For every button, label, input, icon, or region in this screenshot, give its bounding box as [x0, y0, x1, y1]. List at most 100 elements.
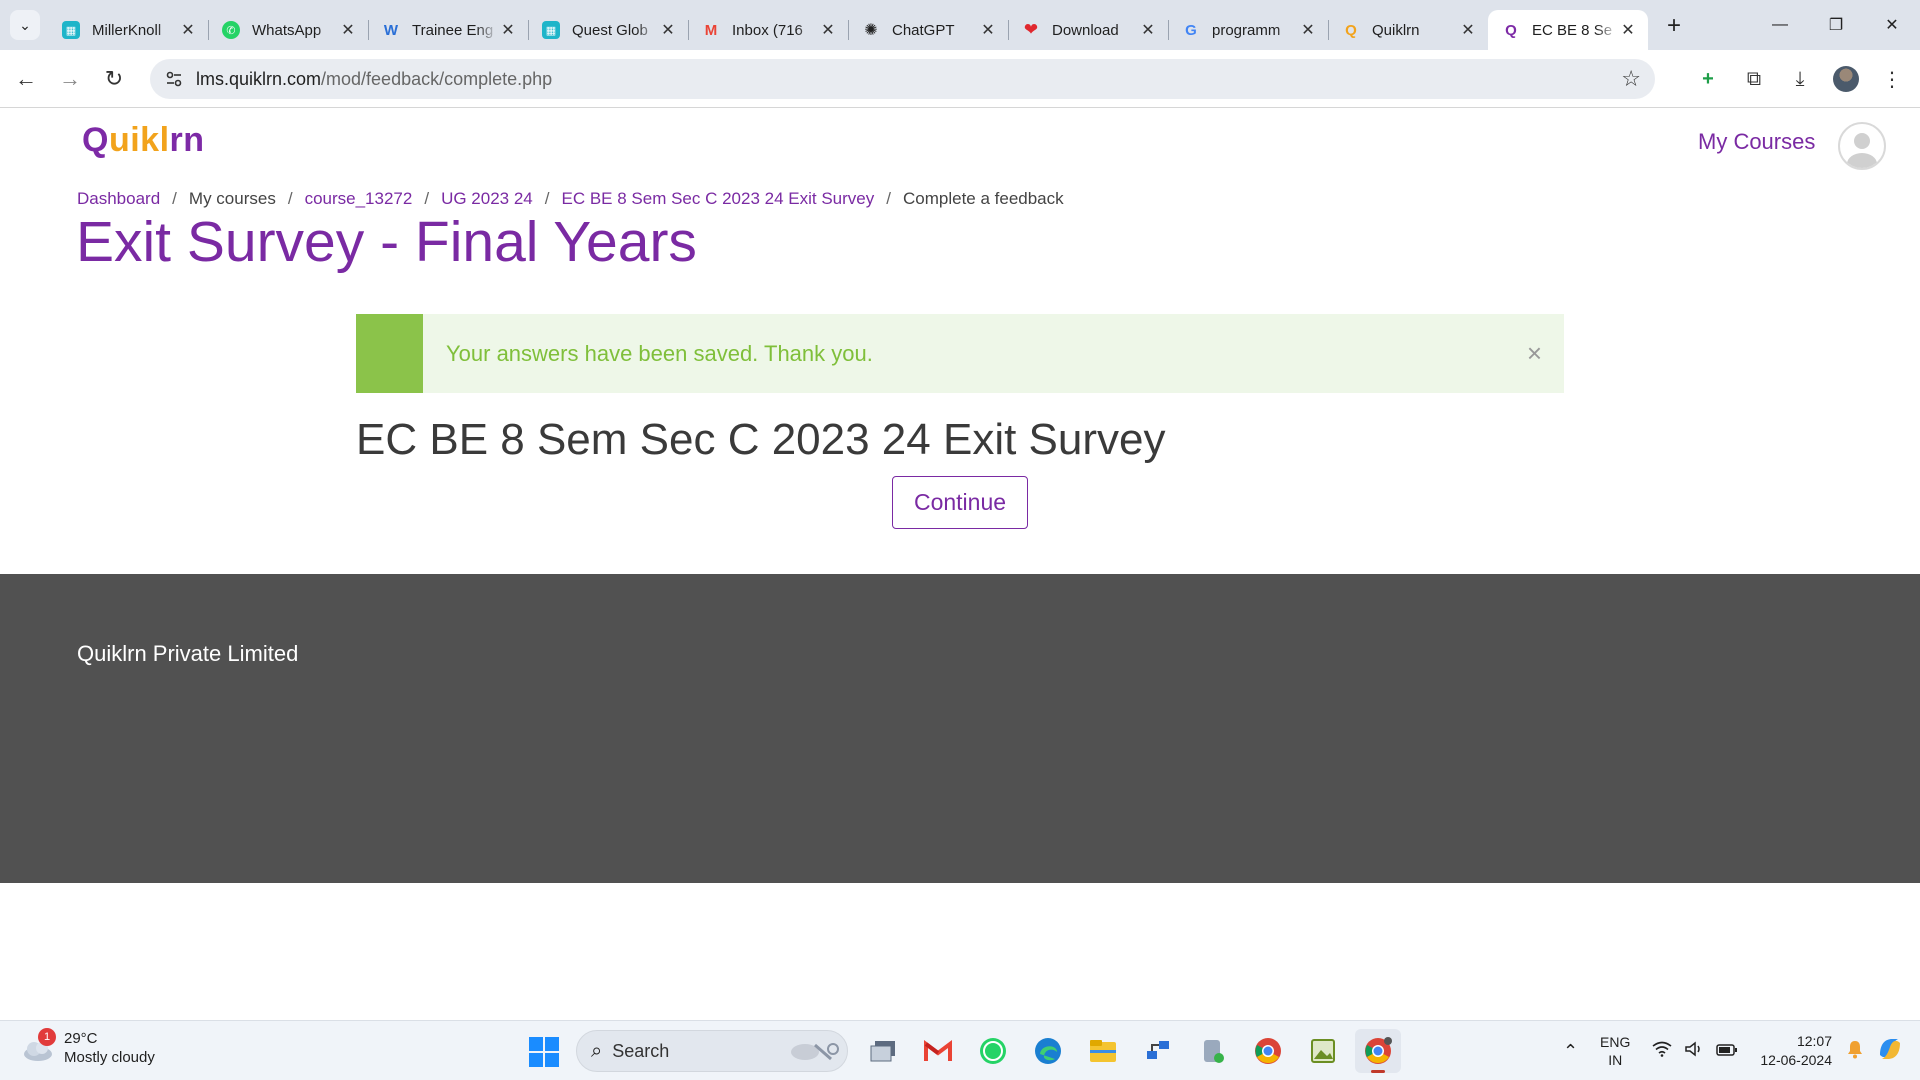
extensions-puzzle-icon[interactable]: ⧉ — [1736, 61, 1772, 97]
user-icon — [1847, 133, 1877, 168]
kebab-menu-icon[interactable]: ⋮ — [1874, 61, 1910, 97]
close-icon[interactable]: ✕ — [178, 20, 198, 40]
tab-chatgpt[interactable]: ✺ ChatGPT ✕ — [848, 10, 1008, 50]
address-bar[interactable]: lms.quiklrn.com/mod/feedback/complete.ph… — [150, 59, 1655, 99]
alert-close-icon[interactable]: × — [1527, 338, 1542, 369]
bookmark-star-icon[interactable]: ☆ — [1621, 66, 1641, 92]
arrow-left-icon: ← — [15, 65, 37, 91]
close-window-button[interactable]: ✕ — [1864, 0, 1920, 50]
alert-message: Your answers have been saved. Thank you. — [446, 340, 873, 366]
site-info-button[interactable] — [156, 61, 192, 97]
success-alert: Your answers have been saved. Thank you.… — [356, 314, 1564, 393]
tab-download[interactable]: ❤ Download ✕ — [1008, 10, 1168, 50]
continue-button[interactable]: Continue — [892, 476, 1028, 529]
close-icon[interactable]: ✕ — [978, 20, 998, 40]
wifi-icon[interactable] — [1652, 1041, 1672, 1062]
remote-desktop-icon[interactable] — [1135, 1029, 1181, 1073]
tab-quest[interactable]: ▦ Quest Glob ✕ — [528, 10, 688, 50]
chevron-up-icon[interactable]: ⌃ — [1563, 1041, 1578, 1062]
forward-button[interactable]: → — [52, 61, 88, 97]
volume-icon[interactable] — [1684, 1040, 1704, 1062]
language-code: ENG — [1600, 1034, 1631, 1050]
quiklrn-logo[interactable]: Quiklrn — [82, 121, 205, 160]
close-icon[interactable]: ✕ — [1138, 20, 1158, 40]
copilot-icon[interactable] — [1876, 1035, 1904, 1068]
tab-trainee[interactable]: W Trainee Eng ✕ — [368, 10, 528, 50]
page: Quiklrn My Courses Dashboard / My course… — [0, 109, 1920, 1020]
windows-start-icon[interactable] — [529, 1037, 559, 1067]
tab-active-survey[interactable]: Q EC BE 8 Se ✕ — [1488, 10, 1648, 50]
quest-icon: ▦ — [542, 21, 560, 39]
tab-inbox[interactable]: M Inbox (716 ✕ — [688, 10, 848, 50]
tab-search-button[interactable]: ⌄ — [10, 10, 40, 40]
tab-millerknoll[interactable]: ▦ MillerKnoll ✕ — [48, 10, 208, 50]
search-highlight-icon — [791, 1043, 839, 1061]
image-app-icon[interactable] — [1300, 1029, 1346, 1073]
edge-icon[interactable] — [1025, 1029, 1071, 1073]
close-icon[interactable]: ✕ — [818, 20, 838, 40]
notification-bell-icon[interactable] — [1846, 1039, 1864, 1064]
profile-avatar[interactable] — [1828, 61, 1864, 97]
tune-icon — [166, 71, 182, 87]
tab-google-search[interactable]: G programm ✕ — [1168, 10, 1328, 50]
restore-button[interactable]: ❐ — [1808, 0, 1864, 50]
toolbar-actions: + ⧉ ⤓ ⋮ — [1690, 50, 1920, 108]
site-footer: Quiklrn Private Limited — [0, 574, 1920, 883]
user-avatar[interactable] — [1838, 122, 1886, 170]
back-button[interactable]: ← — [8, 61, 44, 97]
clock-date: 12-06-2024 — [1760, 1052, 1832, 1068]
extension-plus-icon[interactable]: + — [1690, 61, 1726, 97]
taskbar-apps — [860, 1029, 1410, 1073]
plus-icon: + — [1666, 12, 1681, 39]
breadcrumb-separator: / — [424, 189, 430, 208]
window-controls: — ❐ ✕ — [1752, 0, 1920, 50]
file-explorer-icon[interactable] — [1080, 1029, 1126, 1073]
url-path: /mod/feedback/complete.php — [321, 68, 553, 89]
breadcrumb-course[interactable]: course_13272 — [305, 189, 413, 209]
minimize-button[interactable]: — — [1752, 0, 1808, 50]
battery-icon[interactable] — [1716, 1041, 1738, 1062]
close-icon[interactable]: ✕ — [1458, 20, 1478, 40]
language-indicator[interactable]: ENG IN — [1600, 1033, 1630, 1069]
download-icon[interactable]: ⤓ — [1782, 61, 1818, 97]
survey-title: EC BE 8 Sem Sec C 2023 24 Exit Survey — [356, 415, 1166, 464]
reload-button[interactable]: ↻ — [96, 61, 132, 97]
breadcrumb-separator: / — [172, 189, 177, 208]
tab-title: ChatGPT — [892, 21, 955, 39]
tab-quiklrn[interactable]: Q Quiklrn ✕ — [1328, 10, 1488, 50]
language-region: IN — [1608, 1052, 1623, 1068]
my-courses-link[interactable]: My Courses — [1698, 129, 1815, 155]
close-icon: ✕ — [1885, 17, 1899, 34]
new-tab-button[interactable]: + — [1658, 10, 1690, 42]
url-text[interactable]: lms.quiklrn.com/mod/feedback/complete.ph… — [196, 69, 552, 90]
arrow-right-icon: → — [59, 65, 81, 91]
alert-accent-bar — [356, 314, 423, 393]
breadcrumb-separator: / — [544, 189, 550, 208]
tab-title: MillerKnoll — [92, 21, 162, 39]
tab-whatsapp[interactable]: ✆ WhatsApp ✕ — [208, 10, 368, 50]
storage-app-icon[interactable] — [1190, 1029, 1236, 1073]
url-host: lms.quiklrn.com — [196, 68, 322, 89]
close-icon[interactable]: ✕ — [1298, 20, 1318, 40]
breadcrumb-survey[interactable]: EC BE 8 Sem Sec C 2023 24 Exit Survey — [561, 189, 874, 209]
close-icon[interactable]: ✕ — [658, 20, 678, 40]
close-icon[interactable]: ✕ — [1618, 20, 1638, 40]
chrome-icon[interactable] — [1245, 1029, 1291, 1073]
breadcrumb-ug[interactable]: UG 2023 24 — [441, 189, 533, 209]
whatsapp-icon[interactable] — [970, 1029, 1016, 1073]
weather-widget[interactable]: 1 29°C Mostly cloudy — [20, 1028, 155, 1067]
clock[interactable]: 12:07 12-06-2024 — [1760, 1032, 1832, 1070]
weather-temp: 29°C — [64, 1030, 98, 1047]
chrome-active-icon[interactable] — [1355, 1029, 1401, 1073]
clock-time: 12:07 — [1796, 1033, 1832, 1049]
breadcrumb-separator: / — [886, 189, 891, 208]
cloud-icon: 1 — [20, 1028, 56, 1066]
tab-strip: ⌄ ▦ MillerKnoll ✕ ✆ WhatsApp ✕ W Trainee… — [0, 0, 1920, 50]
breadcrumb-dashboard[interactable]: Dashboard — [77, 189, 160, 209]
taskbar-search[interactable]: ⌕ Search — [576, 1030, 848, 1072]
close-icon[interactable]: ✕ — [498, 20, 518, 40]
close-icon[interactable]: ✕ — [338, 20, 358, 40]
gmail-icon[interactable] — [915, 1029, 961, 1073]
task-view-icon[interactable] — [860, 1029, 906, 1073]
taskbar-search-label: Search — [612, 1040, 670, 1061]
